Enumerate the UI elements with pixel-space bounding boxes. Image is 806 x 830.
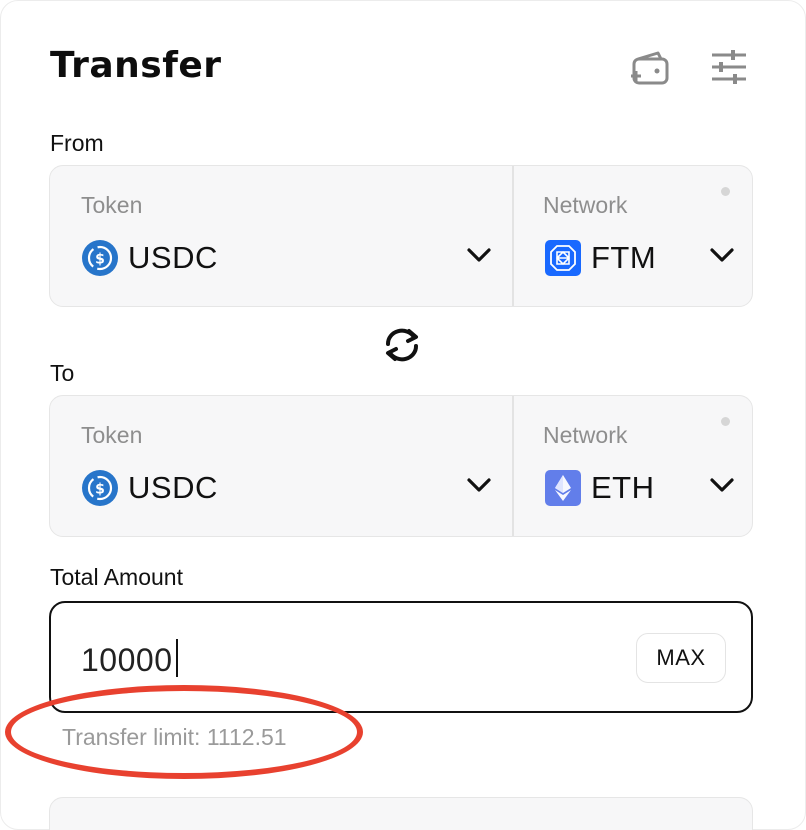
- from-label: From: [50, 130, 104, 156]
- ethereum-icon: [545, 470, 581, 506]
- from-network-value: FTM: [591, 240, 657, 275]
- text-caret: [176, 639, 178, 677]
- swap-arrows-icon: [385, 328, 419, 362]
- chevron-down-icon: [467, 248, 491, 262]
- pair-divider: [512, 166, 514, 306]
- swap-direction-button[interactable]: [379, 323, 425, 367]
- usdc-coin-icon: $: [82, 470, 118, 506]
- to-token-label: Token: [81, 422, 143, 448]
- svg-text:$: $: [95, 252, 105, 268]
- from-token-value: USDC: [128, 240, 218, 275]
- transfer-card: Transfer From Token $ USDC Network FTM T…: [0, 0, 806, 830]
- transfer-limit-text: Transfer limit: 1112.51: [62, 724, 287, 750]
- from-network-select[interactable]: FTM: [545, 236, 735, 280]
- sliders-icon: [712, 50, 746, 84]
- pair-divider: [512, 396, 514, 536]
- settings-button[interactable]: [707, 45, 751, 89]
- wallet-add-button[interactable]: [627, 45, 671, 89]
- total-amount-label: Total Amount: [50, 564, 183, 590]
- chevron-down-icon: [710, 478, 734, 492]
- to-token-select[interactable]: $ USDC: [82, 466, 492, 510]
- status-dot: [721, 187, 730, 196]
- from-token-label: Token: [81, 192, 143, 218]
- status-dot: [721, 417, 730, 426]
- to-network-value: ETH: [591, 470, 655, 505]
- from-pair: Token $ USDC Network FTM: [49, 165, 753, 307]
- max-button[interactable]: MAX: [636, 633, 726, 683]
- to-label: To: [50, 360, 75, 386]
- chevron-down-icon: [710, 248, 734, 262]
- usdc-coin-icon: $: [82, 240, 118, 276]
- from-token-select[interactable]: $ USDC: [82, 236, 492, 280]
- to-network-select[interactable]: ETH: [545, 466, 735, 510]
- amount-input[interactable]: [81, 635, 601, 685]
- page-title: Transfer: [50, 45, 222, 86]
- amount-field: MAX: [49, 601, 753, 713]
- chevron-down-icon: [467, 478, 491, 492]
- to-token-value: USDC: [128, 470, 218, 505]
- wallet-add-icon: [631, 51, 669, 85]
- next-section-box: [49, 797, 753, 830]
- svg-text:$: $: [95, 482, 105, 498]
- from-network-label: Network: [543, 192, 628, 218]
- fantom-icon: [545, 240, 581, 276]
- to-pair: Token $ USDC Network ETH: [49, 395, 753, 537]
- to-network-label: Network: [543, 422, 628, 448]
